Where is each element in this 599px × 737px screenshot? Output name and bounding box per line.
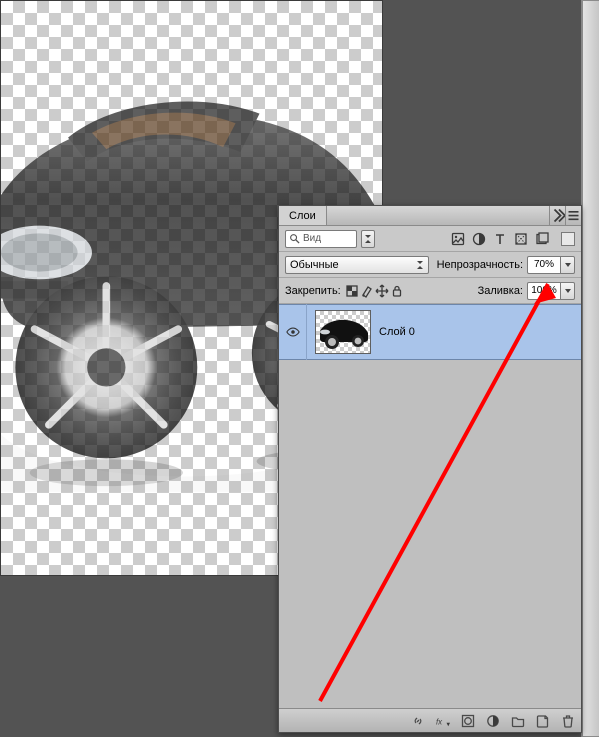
trash-icon[interactable]: [560, 713, 575, 728]
fill-dropdown-icon[interactable]: [561, 282, 575, 300]
filter-row: Вид: [279, 226, 581, 252]
panel-titlebar: Слои: [279, 206, 581, 226]
lock-transparent-icon[interactable]: [345, 283, 360, 298]
layers-panel: Слои Вид: [278, 205, 582, 733]
blend-mode-select[interactable]: Обычные: [285, 256, 429, 274]
filter-smart-icon[interactable]: [534, 231, 549, 246]
panel-footer: fx: [279, 708, 581, 732]
filter-type-label: Вид: [303, 233, 321, 244]
layer-row[interactable]: Слой 0: [279, 304, 581, 360]
layer-thumbnail[interactable]: [315, 310, 371, 354]
layer-name[interactable]: Слой 0: [379, 326, 415, 338]
opacity-dropdown-icon[interactable]: [561, 256, 575, 274]
scrollbar-thumb[interactable]: [582, 0, 599, 737]
fill-label: Заливка:: [478, 285, 523, 297]
visibility-toggle[interactable]: [279, 304, 307, 360]
eye-icon: [286, 325, 300, 339]
filter-toggle[interactable]: [561, 232, 575, 246]
link-icon[interactable]: [410, 713, 425, 728]
lock-row: Закрепить: Заливка: 100%: [279, 278, 581, 304]
search-icon: [289, 233, 300, 244]
filter-shape-icon[interactable]: [513, 231, 528, 246]
app-root: Слои Вид: [0, 0, 599, 737]
collapse-icon[interactable]: [549, 206, 565, 225]
tab-layers-label: Слои: [289, 210, 316, 222]
filter-type-select[interactable]: Вид: [285, 230, 357, 248]
group-icon[interactable]: [510, 713, 525, 728]
lock-move-icon[interactable]: [375, 283, 390, 298]
tab-layers[interactable]: Слои: [279, 206, 327, 225]
lock-paint-icon[interactable]: [360, 283, 375, 298]
fill-input[interactable]: 100%: [527, 282, 575, 300]
mask-icon[interactable]: [460, 713, 475, 728]
fill-value[interactable]: 100%: [527, 282, 561, 300]
opacity-label: Непрозрачность:: [437, 259, 523, 271]
blend-mode-value: Обычные: [290, 259, 339, 271]
fx-icon[interactable]: fx: [435, 713, 450, 728]
filter-pixel-icon[interactable]: [450, 231, 465, 246]
vertical-scrollbar[interactable]: [581, 0, 599, 737]
filter-adjust-icon[interactable]: [471, 231, 486, 246]
lock-label: Закрепить:: [285, 285, 341, 297]
filter-text-icon[interactable]: [492, 231, 507, 246]
opacity-input[interactable]: 70%: [527, 256, 575, 274]
panel-menu-icon[interactable]: [565, 206, 581, 225]
opacity-value[interactable]: 70%: [527, 256, 561, 274]
lock-all-icon[interactable]: [390, 283, 405, 298]
svg-text:fx: fx: [436, 717, 443, 726]
adjustment-icon[interactable]: [485, 713, 500, 728]
blend-row: Обычные Непрозрачность: 70%: [279, 252, 581, 278]
filter-type-dropdown[interactable]: [361, 230, 375, 248]
layer-list[interactable]: Слой 0: [279, 304, 581, 708]
new-layer-icon[interactable]: [535, 713, 550, 728]
